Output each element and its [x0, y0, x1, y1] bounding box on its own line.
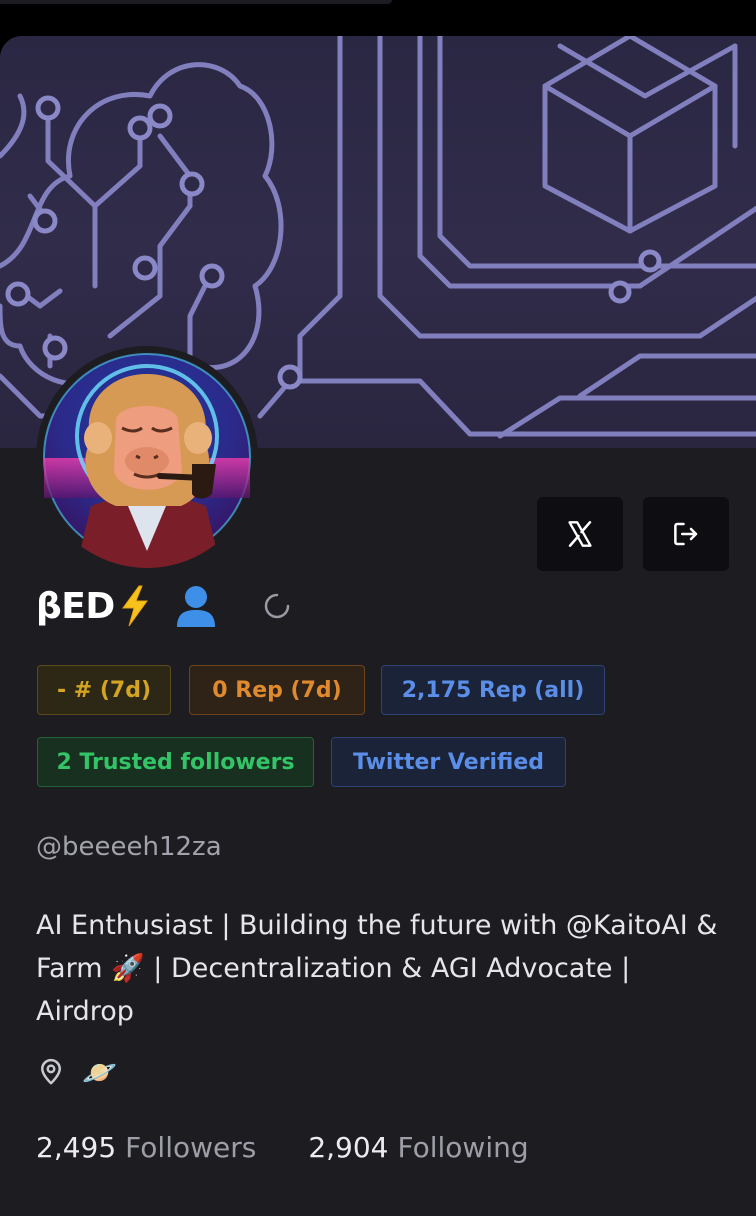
- followers-label[interactable]: Followers: [125, 1131, 256, 1164]
- followers-count[interactable]: 2,495: [36, 1131, 116, 1164]
- lightning-icon: [121, 585, 148, 627]
- follow-stats: 2,495 Followers 2,904 Following: [36, 1126, 529, 1168]
- rep-7d-badge: 0 Rep (7d): [189, 665, 365, 715]
- twitter-verified-badge: Twitter Verified: [331, 737, 566, 787]
- location-pin-icon: [41, 1058, 61, 1085]
- following-count[interactable]: 2,904: [308, 1131, 388, 1164]
- name-row: βED: [36, 578, 291, 634]
- following-label[interactable]: Following: [398, 1131, 529, 1164]
- rep-all-badge: 2,175 Rep (all): [381, 665, 605, 715]
- location-emoji: 🪐: [82, 1055, 117, 1089]
- loading-spinner-icon: [264, 593, 289, 619]
- rank-7d-badge: - # (7d): [37, 665, 171, 715]
- trusted-followers-badge[interactable]: 2 Trusted followers: [37, 737, 314, 787]
- logout-button[interactable]: [643, 497, 729, 571]
- logout-icon: [674, 522, 698, 546]
- top-strip: [0, 0, 392, 4]
- location-row: 🪐: [36, 1052, 117, 1092]
- x-profile-button[interactable]: [537, 497, 623, 571]
- profile-avatar[interactable]: [36, 346, 258, 568]
- display-name: βED: [36, 585, 115, 627]
- x-logo-icon: [568, 521, 592, 547]
- profile-bio: AI Enthusiast | Building the future with…: [36, 910, 718, 1027]
- profile-handle: @beeeeh12za: [36, 832, 222, 862]
- person-icon: [176, 586, 215, 627]
